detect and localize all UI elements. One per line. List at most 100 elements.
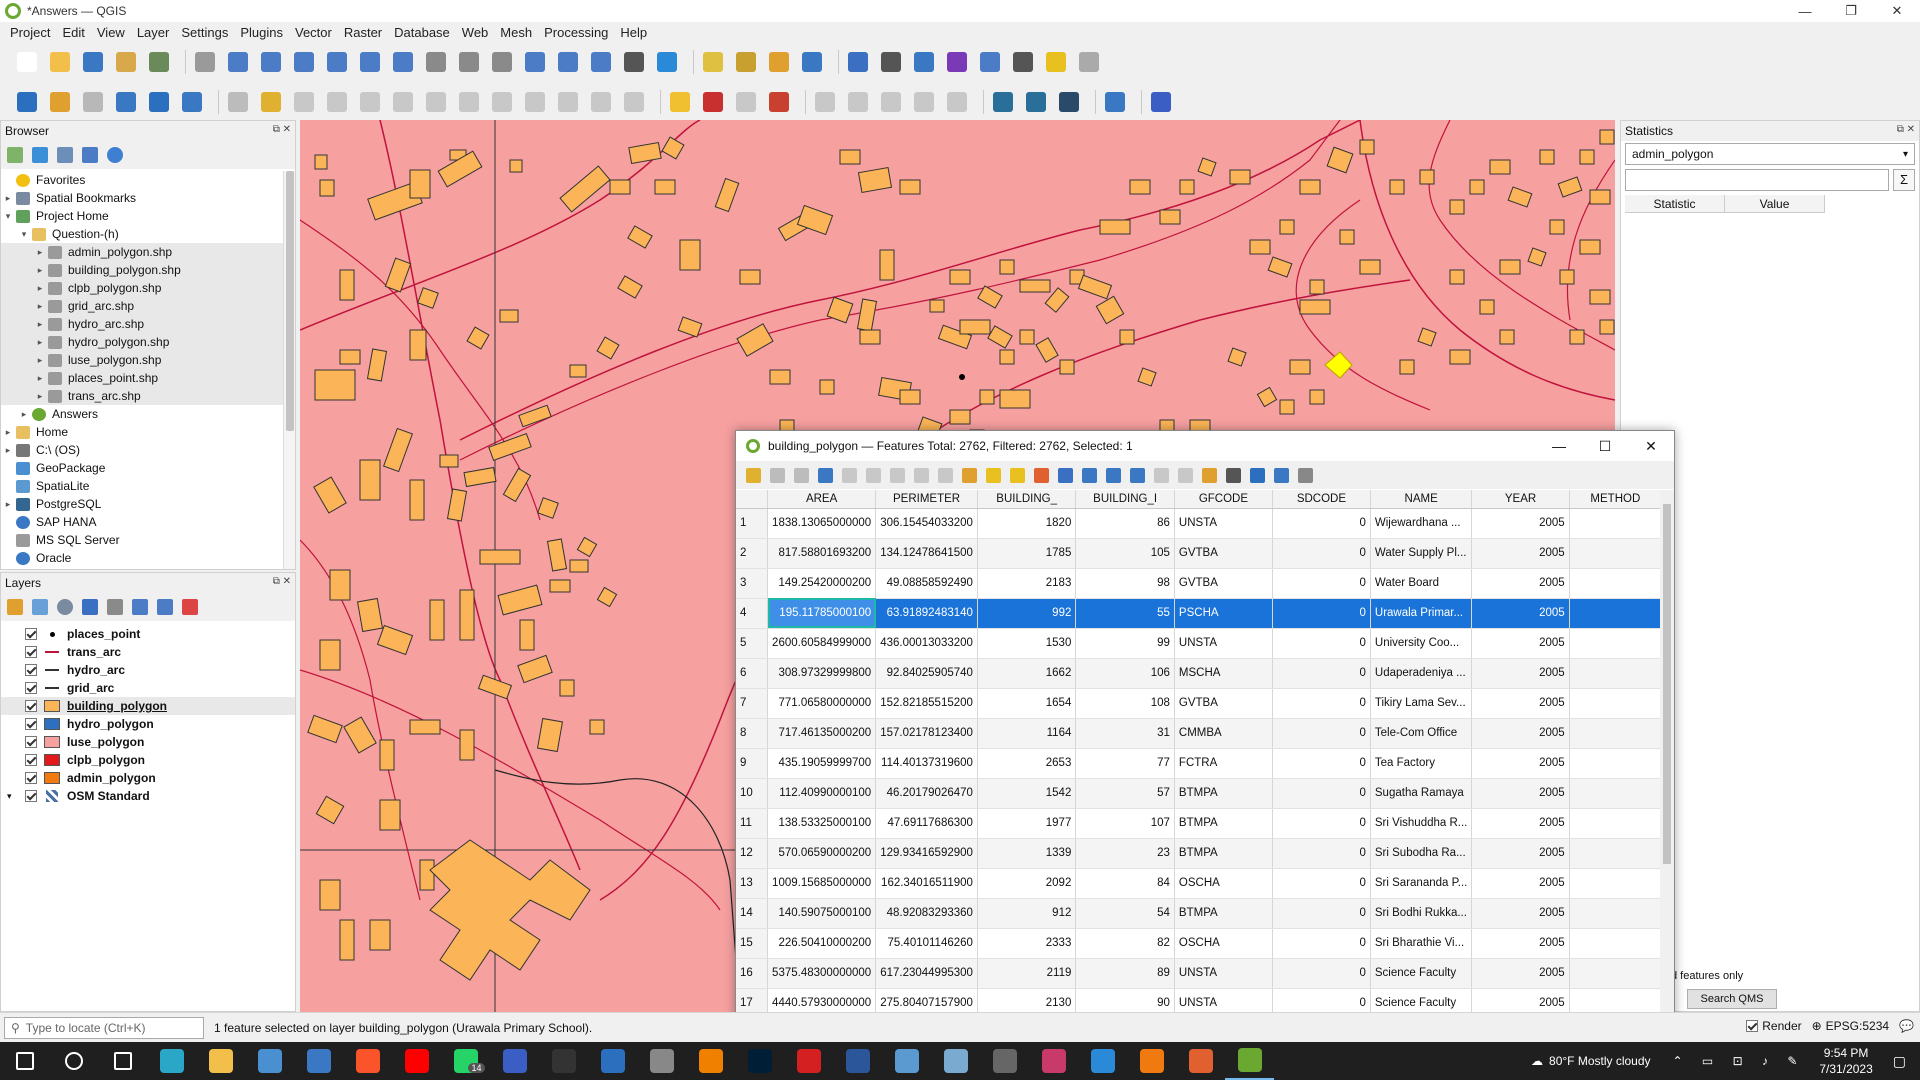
building-feature[interactable] xyxy=(1419,169,1435,185)
building-feature[interactable] xyxy=(369,919,391,951)
table-cell[interactable] xyxy=(1569,748,1662,779)
building-feature[interactable] xyxy=(439,454,459,468)
pan-icon[interactable] xyxy=(192,49,218,75)
building-feature[interactable] xyxy=(596,586,618,608)
sublime-taskbar-icon[interactable] xyxy=(1127,1042,1176,1080)
building-feature[interactable] xyxy=(1527,247,1547,267)
table-cell[interactable]: 992 xyxy=(977,598,1077,629)
table-cell[interactable]: 0 xyxy=(1272,598,1371,629)
filter-icon[interactable] xyxy=(57,147,73,163)
field-select[interactable] xyxy=(1625,169,1889,191)
table-cell[interactable]: 1785 xyxy=(977,538,1077,569)
table-cell[interactable]: 140.59075000100 xyxy=(767,898,877,929)
attribute-tool-10-icon[interactable] xyxy=(986,467,1001,483)
notifications-icon[interactable]: ▢ xyxy=(1893,1053,1906,1070)
table-cell[interactable]: 2600.60584999000 xyxy=(767,628,877,659)
attribute-tool-16-icon[interactable] xyxy=(1130,467,1145,483)
layer-item[interactable]: admin_polygon xyxy=(1,769,295,787)
building-feature[interactable] xyxy=(379,739,395,771)
column-header[interactable]: METHOD xyxy=(1569,490,1662,509)
add-delimited-icon[interactable] xyxy=(80,89,106,115)
building-feature[interactable] xyxy=(1229,169,1251,185)
browser-item[interactable]: ▸ trans_arc.shp xyxy=(1,387,283,405)
attribute-tool-11-icon[interactable] xyxy=(1010,467,1025,483)
building-feature[interactable] xyxy=(446,488,468,522)
browser-item[interactable]: ▸ clpb_polygon.shp xyxy=(1,279,283,297)
acrobat-taskbar-icon[interactable] xyxy=(784,1042,833,1080)
building-feature[interactable] xyxy=(1569,329,1585,345)
zoom-next-icon[interactable] xyxy=(489,49,515,75)
layer-visibility-checkbox[interactable] xyxy=(25,682,37,694)
chevron-icon[interactable]: ▸ xyxy=(19,409,29,420)
help-icon[interactable] xyxy=(1056,89,1082,115)
building-feature[interactable] xyxy=(384,257,412,293)
building-feature[interactable] xyxy=(537,497,559,519)
table-cell[interactable]: GVTBA xyxy=(1174,688,1273,719)
table-cell[interactable]: 912 xyxy=(977,898,1077,929)
table-cell[interactable]: 0 xyxy=(1272,658,1371,689)
building-feature[interactable] xyxy=(999,389,1031,409)
field-calculator-icon[interactable] xyxy=(1010,49,1036,75)
table-cell[interactable]: GVTBA xyxy=(1174,538,1273,569)
pin-labels-icon[interactable] xyxy=(733,89,759,115)
zoom-selection-icon[interactable] xyxy=(357,49,383,75)
building-feature[interactable] xyxy=(1559,269,1575,285)
new-3d-view-icon[interactable] xyxy=(555,49,581,75)
chevron-icon[interactable]: ▸ xyxy=(35,337,45,348)
building-feature[interactable] xyxy=(949,269,971,285)
building-feature[interactable] xyxy=(1299,299,1331,315)
table-cell[interactable]: UNSTA xyxy=(1174,628,1273,659)
building-feature[interactable] xyxy=(628,141,662,165)
building-feature[interactable] xyxy=(1499,329,1515,345)
vlc-taskbar-icon[interactable] xyxy=(686,1042,735,1080)
select-by-value-icon[interactable] xyxy=(766,49,792,75)
table-row[interactable]: 8 717.46135000200 157.02178123400 1164 31 CMM… xyxy=(736,718,1662,749)
layer-visibility-checkbox[interactable] xyxy=(25,628,37,640)
map-tips-icon[interactable] xyxy=(1076,49,1102,75)
building-feature[interactable] xyxy=(429,839,591,981)
table-cell[interactable]: 1662 xyxy=(977,658,1077,689)
panel-close-icon[interactable]: ⧉ ✕ xyxy=(273,124,291,135)
table-cell[interactable]: 2005 xyxy=(1471,748,1570,779)
building-feature[interactable] xyxy=(466,326,490,350)
table-cell[interactable]: UNSTA xyxy=(1174,988,1273,1014)
show-bookmarks-icon[interactable] xyxy=(621,49,647,75)
table-cell[interactable]: 1654 xyxy=(977,688,1077,719)
table-cell[interactable]: Tea Factory xyxy=(1370,748,1473,779)
expression-filter-icon[interactable] xyxy=(107,599,123,615)
attribute-tool-20-icon[interactable] xyxy=(1226,467,1241,483)
building-feature[interactable] xyxy=(1599,319,1615,335)
building-feature[interactable] xyxy=(499,309,519,323)
building-feature[interactable] xyxy=(1309,279,1325,295)
add-ring-icon[interactable] xyxy=(390,89,416,115)
building-feature[interactable] xyxy=(329,569,351,601)
fill-symbol-icon[interactable] xyxy=(43,772,61,784)
undo-icon[interactable] xyxy=(555,89,581,115)
building-feature[interactable] xyxy=(314,154,328,170)
app2-taskbar-icon[interactable] xyxy=(588,1042,637,1080)
show-labels-icon[interactable] xyxy=(766,89,792,115)
attribute-tool-19-icon[interactable] xyxy=(1202,467,1217,483)
building-feature[interactable] xyxy=(1299,179,1321,195)
building-feature[interactable] xyxy=(339,919,355,961)
table-row[interactable]: 14 140.59075000100 48.92083293360 912 54 BTMP… xyxy=(736,898,1662,929)
building-feature[interactable] xyxy=(979,389,995,405)
table-cell[interactable]: Sugatha Ramaya xyxy=(1370,778,1473,809)
measure-icon[interactable] xyxy=(1043,49,1069,75)
expand-all-icon[interactable] xyxy=(132,599,148,615)
table-cell[interactable]: 149.25420000200 xyxy=(767,568,877,599)
table-cell[interactable]: 2653 xyxy=(977,748,1077,779)
menu-plugins[interactable]: Plugins xyxy=(234,25,289,40)
temporal-icon[interactable] xyxy=(654,49,680,75)
building-feature[interactable] xyxy=(1449,349,1471,365)
mail-taskbar-icon[interactable] xyxy=(294,1042,343,1080)
table-cell[interactable]: Sri Vishuddha R... xyxy=(1370,808,1473,839)
menu-settings[interactable]: Settings xyxy=(175,25,234,40)
table-cell[interactable]: 89 xyxy=(1075,958,1175,989)
building-feature[interactable] xyxy=(307,714,343,744)
browser-item[interactable]: ▸ PostgreSQL xyxy=(1,495,283,513)
layer-item[interactable]: hydro_polygon xyxy=(1,715,295,733)
chevron-icon[interactable]: ▸ xyxy=(35,319,45,330)
browser-item[interactable]: ▸ places_point.shp xyxy=(1,369,283,387)
building-feature[interactable] xyxy=(409,719,441,735)
